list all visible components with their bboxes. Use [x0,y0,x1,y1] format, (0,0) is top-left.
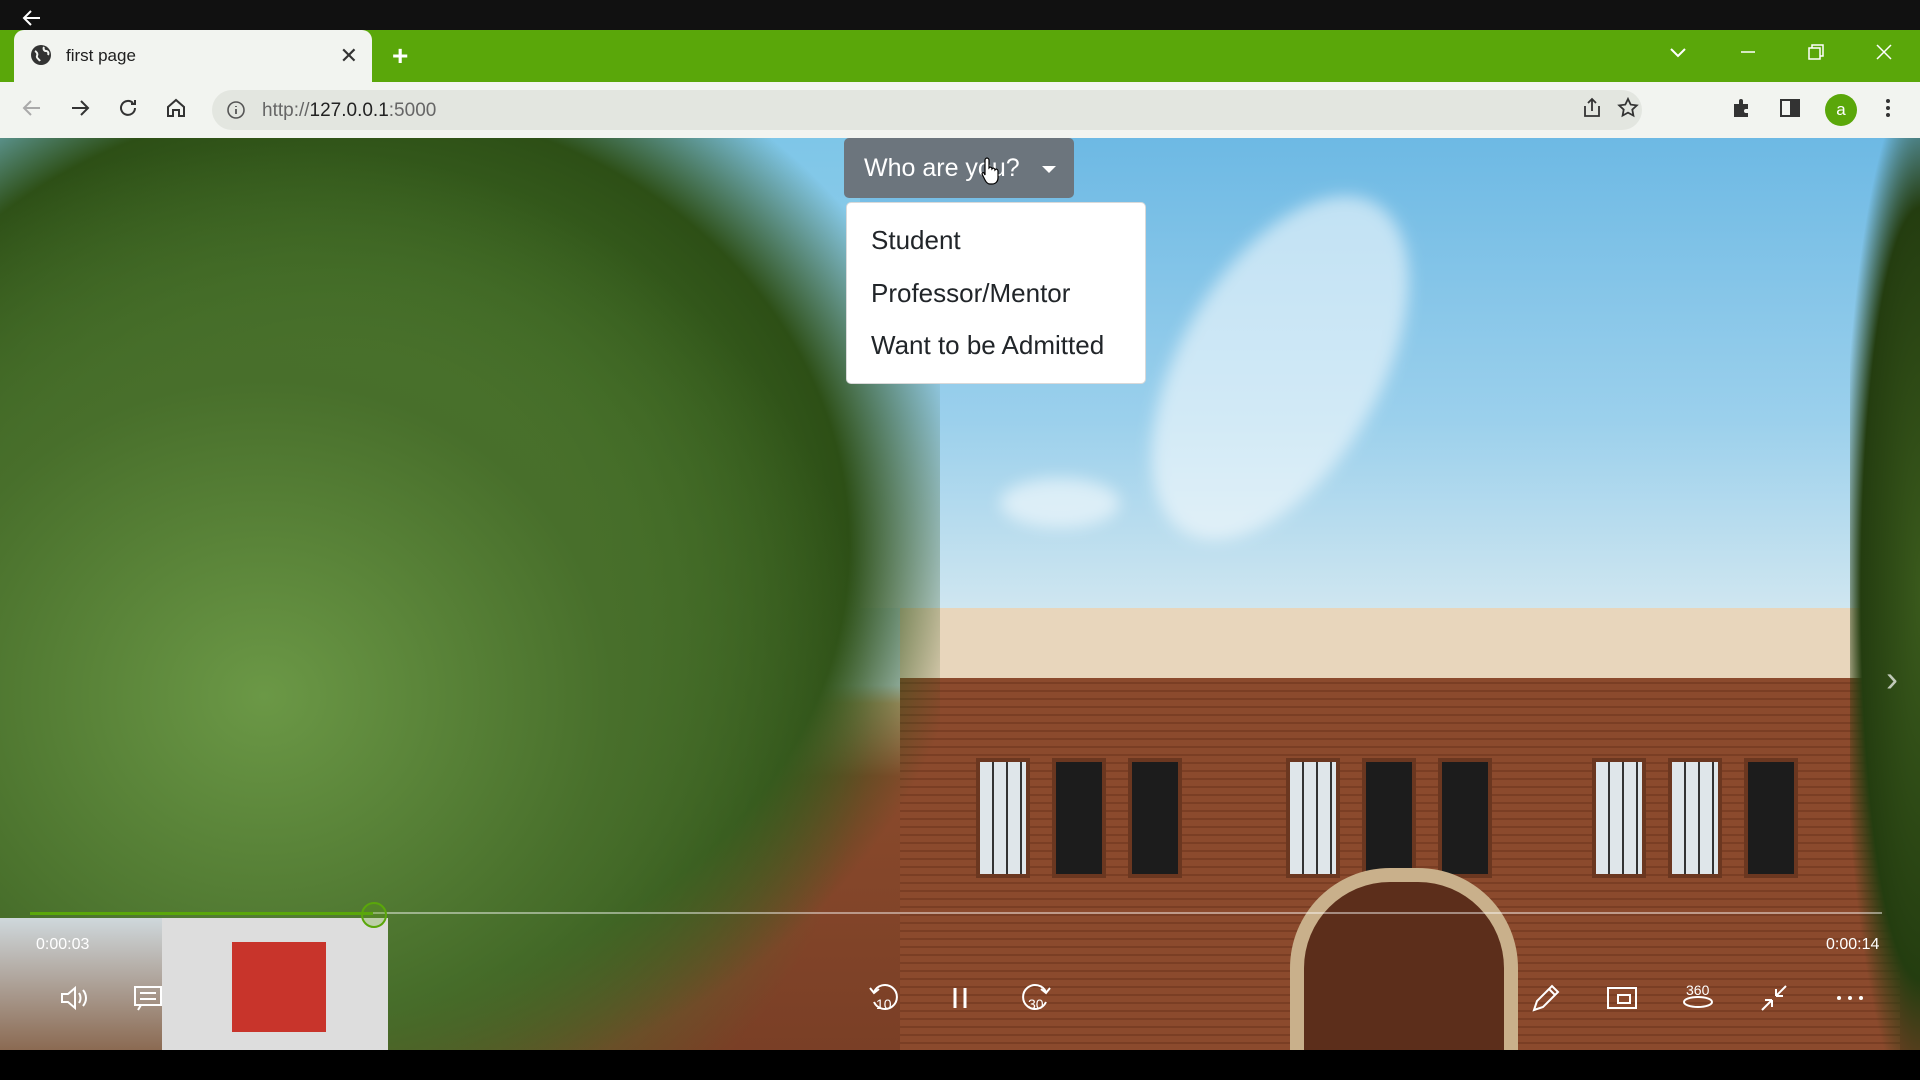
bookmark-star-icon[interactable] [1614,96,1642,124]
seek-bar-handle[interactable] [361,902,387,928]
profile-avatar[interactable]: a [1825,94,1857,126]
browser-tab[interactable]: first page ✕ [14,30,372,82]
building-window [976,758,1030,878]
building-window [1128,758,1182,878]
cloud [1000,478,1120,528]
dropdown-menu: Student Professor/Mentor Want to be Admi… [846,202,1146,384]
close-window-icon[interactable] [1874,42,1894,68]
tab-bar: first page ✕ + [0,30,1920,82]
view-360-icon[interactable]: 360 [1680,980,1716,1016]
reload-icon[interactable] [114,96,142,124]
dropdown-item-want-to-be-admitted[interactable]: Want to be Admitted [871,330,1104,361]
tab-search-chevron-icon[interactable] [1668,42,1688,68]
player-title-bar [0,0,1920,30]
more-options-icon[interactable] [1832,980,1868,1016]
thumbnail-sign [232,942,326,1032]
who-are-you-dropdown-button[interactable]: Who are you? [844,138,1074,198]
building-window [1438,758,1492,878]
pause-icon[interactable] [942,980,978,1016]
restore-icon[interactable] [1806,42,1826,68]
bottom-bar [0,1050,1920,1080]
forward-label: 30 [1028,996,1044,1012]
new-tab-icon[interactable]: + [392,40,408,72]
home-icon[interactable] [162,96,190,124]
mini-player-icon[interactable] [1604,980,1640,1016]
back-icon[interactable] [18,96,46,124]
side-panel-icon[interactable] [1776,96,1804,124]
building-window [1592,758,1646,878]
close-tab-icon[interactable]: ✕ [340,43,358,69]
building-window [1286,758,1340,878]
rewind-10-icon[interactable]: 10 [866,980,902,1016]
view-360-label: 360 [1686,982,1710,998]
building-entrance-arch [1290,868,1518,1050]
minimize-icon[interactable] [1738,42,1758,68]
caret-down-icon [1042,166,1056,173]
site-info-icon[interactable] [226,100,246,120]
next-chevron-icon[interactable]: › [1886,658,1898,700]
address-bar[interactable]: http://127.0.0.1:5000 [212,90,1642,130]
mouse-pointer-icon [981,157,999,185]
current-time: 0:00:03 [36,936,90,953]
building-window [1052,758,1106,878]
building-window [1362,758,1416,878]
building-roof [900,608,1900,678]
forward-30-icon[interactable]: 30 [1018,980,1054,1016]
globe-icon [31,45,51,65]
exit-fullscreen-icon[interactable] [1756,980,1792,1016]
seek-bar-progress [30,912,373,915]
rewind-label: 10 [876,996,892,1012]
building-window [1668,758,1722,878]
url-text[interactable]: http://127.0.0.1:5000 [262,100,436,122]
tab-title: first page [66,46,136,65]
dropdown-item-professor-mentor[interactable]: Professor/Mentor [871,278,1070,309]
dropdown-item-student[interactable]: Student [871,225,961,256]
browser-toolbar: http://127.0.0.1:5000 a [0,82,1920,138]
forward-icon[interactable] [66,96,94,124]
building-window [1744,758,1798,878]
share-icon[interactable] [1578,96,1606,124]
total-time: 0:00:14 [1826,936,1880,953]
volume-icon[interactable] [56,980,92,1016]
pen-icon[interactable] [1528,980,1564,1016]
menu-kebab-icon[interactable] [1874,96,1902,124]
subtitles-icon[interactable] [130,980,166,1016]
extensions-icon[interactable] [1728,96,1756,124]
